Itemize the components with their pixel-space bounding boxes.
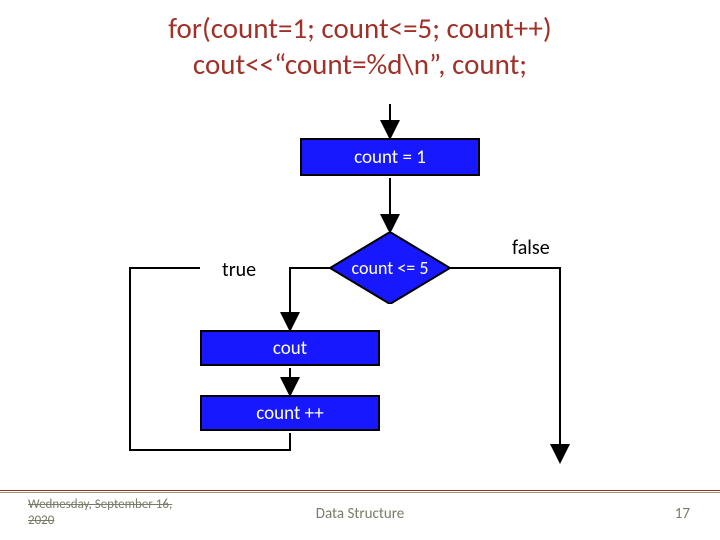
title-line-1: for(count=1; count<=5; count++) <box>0 10 720 46</box>
footer-page: 17 <box>675 505 690 523</box>
flow-node-cond-label: count <= 5 <box>330 232 450 304</box>
edge-label-false: false <box>512 236 550 260</box>
flow-node-incr: count ++ <box>200 395 380 431</box>
edge-label-true: true <box>222 258 256 282</box>
flow-node-body: cout <box>200 330 380 366</box>
flow-node-init-label: count = 1 <box>354 146 426 169</box>
flow-node-init: count = 1 <box>300 138 480 176</box>
footer-center: Data Structure <box>0 505 720 523</box>
slide-footer: Wednesday, September 16, 2020 Data Struc… <box>0 492 720 540</box>
slide-title: for(count=1; count<=5; count++) cout<<“c… <box>0 10 720 83</box>
title-line-2: cout<<“count=%d\n”, count; <box>0 46 720 82</box>
flow-node-incr-label: count ++ <box>256 402 323 425</box>
flow-node-body-label: cout <box>273 337 307 360</box>
